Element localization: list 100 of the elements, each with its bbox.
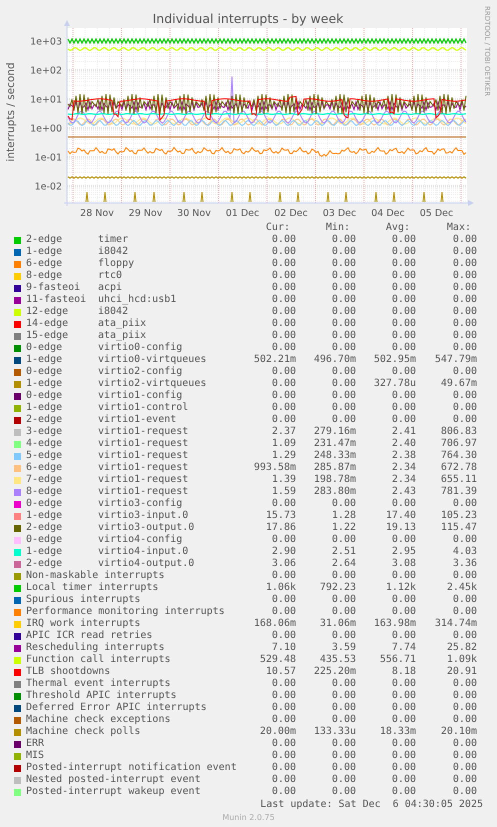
legend-value: 0.00 bbox=[390, 786, 416, 798]
legend-value: 0.00 bbox=[330, 750, 356, 762]
legend-value: 0.00 bbox=[270, 678, 296, 690]
legend-label: Spurious interrupts bbox=[26, 594, 142, 606]
legend-label: Posted-interrupt notification event bbox=[26, 762, 236, 774]
legend-value: 1.28 bbox=[330, 510, 356, 522]
legend-value: 0.00 bbox=[330, 606, 356, 618]
legend-label: ata_piix bbox=[98, 318, 148, 330]
column-header: Min: bbox=[324, 222, 351, 234]
legend-label: virtio2-virtqueues bbox=[98, 378, 208, 390]
legend-value: 0.00 bbox=[270, 258, 296, 270]
legend-label: 0-edge bbox=[26, 342, 64, 354]
legend-value: 993.58m bbox=[252, 462, 296, 474]
legend-value: 0.00 bbox=[270, 702, 296, 714]
legend-value: 0.00 bbox=[330, 570, 356, 582]
legend-label: Deferred Error APIC interrupts bbox=[26, 702, 208, 714]
legend-label: virtio1-control bbox=[98, 402, 190, 414]
legend-value: 0.00 bbox=[270, 606, 296, 618]
tick-label: 30 Nov bbox=[177, 208, 211, 219]
legend-value: 49.67m bbox=[440, 378, 477, 390]
tick-label: 02 Dec bbox=[274, 208, 308, 219]
legend-value: 2.34 bbox=[390, 462, 416, 474]
legend-value: 0.00 bbox=[390, 714, 416, 726]
tick-label: 1e+03 bbox=[30, 36, 62, 48]
legend-value: 0.00 bbox=[330, 390, 356, 402]
legend-value: 792.23 bbox=[318, 582, 356, 594]
legend-value: 283.80m bbox=[312, 486, 356, 498]
tick-label: 01 Dec bbox=[226, 208, 260, 219]
legend-value: 0.00 bbox=[270, 786, 296, 798]
legend-value: 0.00 bbox=[270, 270, 296, 282]
legend-label: Thermal event interrupts bbox=[26, 678, 172, 690]
legend-value: 0.00 bbox=[270, 630, 296, 642]
legend-label: virtio1-request bbox=[98, 486, 190, 498]
legend-label: timer bbox=[98, 234, 130, 246]
legend-value: 0.00 bbox=[330, 402, 356, 414]
legend-value: 15.73 bbox=[264, 510, 296, 522]
legend-value: 1.09k bbox=[446, 654, 477, 666]
legend-value: 706.97 bbox=[440, 438, 477, 450]
legend-value: 20.00m bbox=[258, 726, 296, 738]
legend-label: 0-edge bbox=[26, 534, 64, 546]
legend-value: 0.00 bbox=[452, 702, 477, 714]
legend-value: 0.00 bbox=[270, 774, 296, 786]
legend-value: 0.00 bbox=[452, 318, 477, 330]
legend-value: 0.00 bbox=[330, 378, 356, 390]
legend-label: uhci_hcd:usb1 bbox=[98, 294, 178, 306]
legend-value: 3.08 bbox=[390, 558, 416, 570]
legend-value: 0.00 bbox=[330, 786, 356, 798]
legend-value: 529.48 bbox=[258, 654, 296, 666]
legend-value: 0.00 bbox=[452, 570, 477, 582]
legend-value: 0.00 bbox=[390, 402, 416, 414]
legend-value: 0.00 bbox=[452, 534, 477, 546]
legend-value: 1.22 bbox=[330, 522, 356, 534]
legend-value: 0.00 bbox=[330, 294, 356, 306]
legend-value: 0.00 bbox=[270, 282, 296, 294]
legend-value: 0.00 bbox=[390, 318, 416, 330]
legend-value: 0.00 bbox=[452, 270, 477, 282]
legend-value: 0.00 bbox=[330, 738, 356, 750]
legend-label: virtio3-output.0 bbox=[98, 522, 196, 534]
legend-value: 0.00 bbox=[452, 402, 477, 414]
legend-value: 2.64 bbox=[330, 558, 356, 570]
legend-label: 0-edge bbox=[26, 390, 64, 402]
legend-value: 17.40 bbox=[384, 510, 416, 522]
legend-value: 764.30 bbox=[440, 450, 477, 462]
tick-label: 28 Nov bbox=[80, 208, 114, 219]
legend-value: 0.00 bbox=[390, 606, 416, 618]
legend-value: 0.00 bbox=[270, 234, 296, 246]
legend-value: 0.00 bbox=[390, 258, 416, 270]
legend-value: 4.03 bbox=[452, 546, 477, 558]
legend-value: 2.95 bbox=[390, 546, 416, 558]
legend-label: 6-edge bbox=[26, 258, 64, 270]
legend-value: 0.00 bbox=[390, 750, 416, 762]
legend-value: 0.00 bbox=[452, 594, 477, 606]
legend-label: virtio4-config bbox=[98, 534, 184, 546]
legend-label: rtc0 bbox=[98, 270, 124, 282]
legend-value: 0.00 bbox=[390, 570, 416, 582]
legend-label: virtio4-output.0 bbox=[98, 558, 196, 570]
legend-value: 0.00 bbox=[390, 246, 416, 258]
legend-label: 0-edge bbox=[26, 366, 64, 378]
legend-value: 163.98m bbox=[372, 618, 416, 630]
legend-label: 2-edge bbox=[26, 414, 64, 426]
legend-value: 225.20m bbox=[312, 666, 356, 678]
legend-value: 0.00 bbox=[330, 678, 356, 690]
legend-value: 1.29 bbox=[270, 450, 296, 462]
legend-value: 0.00 bbox=[452, 774, 477, 786]
legend-label: 2-edge bbox=[26, 234, 64, 246]
legend-value: 25.82 bbox=[446, 642, 477, 654]
legend-value: 0.00 bbox=[270, 498, 296, 510]
legend-value: 0.00 bbox=[452, 630, 477, 642]
legend-label: MIS bbox=[26, 750, 46, 762]
legend-value: 1.09 bbox=[270, 438, 296, 450]
tick-label: 1e+02 bbox=[30, 66, 62, 76]
legend-label: 1-edge bbox=[26, 354, 64, 366]
legend-value: 0.00 bbox=[330, 258, 356, 270]
legend-value: 0.00 bbox=[270, 306, 296, 318]
legend-value: 3.59 bbox=[330, 642, 356, 654]
legend-value: 0.00 bbox=[270, 330, 296, 342]
legend-value: 0.00 bbox=[330, 534, 356, 546]
tick-label: 1e+01 bbox=[30, 94, 62, 106]
legend-label: 1-edge bbox=[26, 378, 64, 390]
legend-value: 0.00 bbox=[270, 342, 296, 354]
